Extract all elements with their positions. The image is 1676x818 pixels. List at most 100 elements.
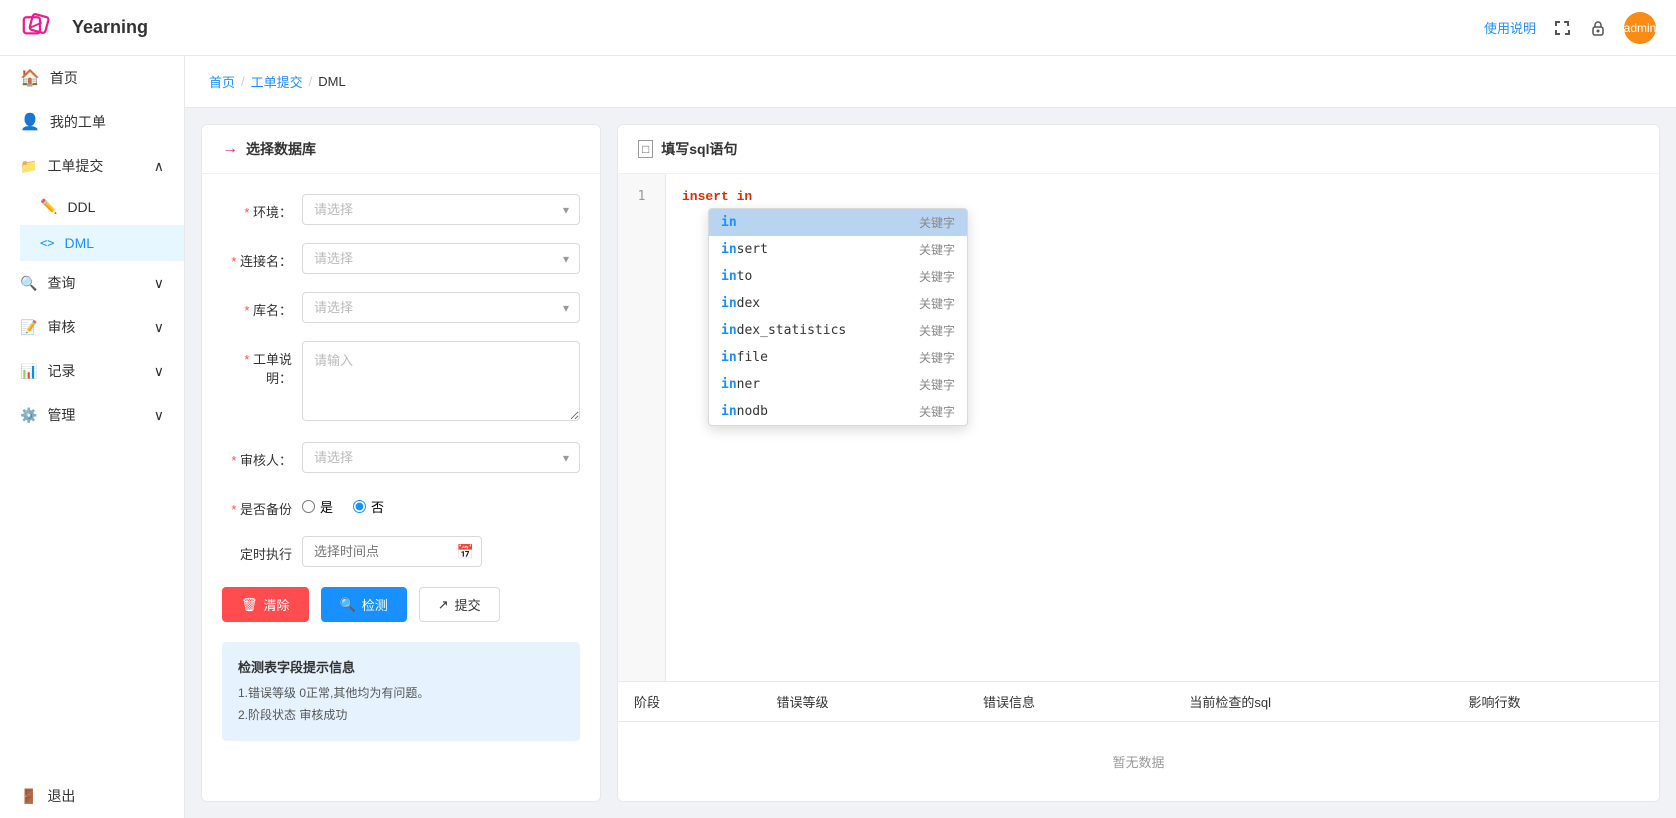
reviewer-select-wrapper: 请选择 <box>302 442 580 473</box>
autocomplete-item-6[interactable]: inner 关键字 <box>709 371 967 398</box>
backup-yes-text: 是 <box>320 497 333 516</box>
records-icon: 📊 <box>20 363 37 380</box>
main-layout: 🏠 首页 👤 我的工单 📁 工单提交 ∧ ✏️ DDL <box>0 56 1676 818</box>
clear-icon: 🗑 <box>241 597 258 613</box>
sidebar-group-management: ⚙️ 管理 ∨ <box>0 393 184 437</box>
results-empty: 暂无数据 <box>618 722 1659 802</box>
autocomplete-item-4[interactable]: index_statistics 关键字 <box>709 317 967 344</box>
sql-editor-area: □ 填写sql语句 1 insert in in 关键字 <box>618 125 1659 681</box>
env-select[interactable]: 请选择 <box>302 194 580 225</box>
breadcrumb-sep-1: / <box>241 74 245 89</box>
chevron-up-icon: ∧ <box>154 158 164 175</box>
autocomplete-item-3[interactable]: index 关键字 <box>709 290 967 317</box>
autocomplete-text-4: index_statistics <box>721 323 846 338</box>
dml-icon: <> <box>40 236 54 250</box>
chevron-down-icon-audit: ∨ <box>154 319 164 336</box>
connection-select[interactable]: 请选择 <box>302 243 580 274</box>
info-box-line-1: 1.错误等级 0正常,其他均为有问题。 <box>238 683 564 705</box>
sidebar-group-management-header[interactable]: ⚙️ 管理 ∨ <box>0 393 184 437</box>
line-numbers: 1 <box>618 174 666 681</box>
sidebar-group-audit-header[interactable]: 📝 审核 ∨ <box>0 305 184 349</box>
sidebar-item-dml-label: DML <box>64 235 94 251</box>
lock-icon[interactable] <box>1588 18 1608 38</box>
line-number-1: 1 <box>630 186 654 208</box>
chevron-down-icon-management: ∨ <box>154 407 164 424</box>
reviewer-select[interactable]: 请选择 <box>302 442 580 473</box>
help-link[interactable]: 使用说明 <box>1484 18 1536 37</box>
left-panel-header: → 选择数据库 <box>202 125 600 174</box>
autocomplete-type-1: 关键字 <box>919 241 955 258</box>
autocomplete-item-5[interactable]: infile 关键字 <box>709 344 967 371</box>
breadcrumb-home[interactable]: 首页 <box>209 72 235 91</box>
results-table: 阶段 错误等级 错误信息 当前检查的sql 影响行数 暂无数据 <box>618 682 1659 801</box>
chevron-down-icon-query: ∨ <box>154 275 164 292</box>
sidebar-group-order-submit: 📁 工单提交 ∧ ✏️ DDL <> DML <box>0 144 184 261</box>
audit-icon: 📝 <box>20 319 37 336</box>
breadcrumb-order-submit[interactable]: 工单提交 <box>251 72 303 91</box>
sidebar-group-query-header[interactable]: 🔍 查询 ∨ <box>0 261 184 305</box>
col-current-sql: 当前检查的sql <box>1173 682 1452 722</box>
sidebar-item-ddl[interactable]: ✏️ DDL <box>20 188 184 225</box>
database-select-wrapper: 请选择 <box>302 292 580 323</box>
arrow-icon: → <box>222 140 238 158</box>
sidebar-item-home[interactable]: 🏠 首页 <box>0 56 184 100</box>
autocomplete-item-7[interactable]: innodb 关键字 <box>709 398 967 425</box>
description-textarea[interactable] <box>302 341 580 421</box>
database-label: 库名： <box>222 292 292 319</box>
autocomplete-type-6: 关键字 <box>919 376 955 393</box>
schedule-row: 定时执行 📅 <box>222 536 580 567</box>
autocomplete-type-5: 关键字 <box>919 349 955 366</box>
backup-label: 是否备份 <box>222 491 292 518</box>
sidebar-group-records-header[interactable]: 📊 记录 ∨ <box>0 349 184 393</box>
info-box-title: 检测表字段提示信息 <box>238 656 564 679</box>
backup-control: 是 否 <box>302 491 580 516</box>
right-panel: □ 填写sql语句 1 insert in in 关键字 <box>617 124 1660 802</box>
env-row: 环境： 请选择 <box>222 194 580 225</box>
autocomplete-text-7: innodb <box>721 404 768 419</box>
sidebar-item-my-orders[interactable]: 👤 我的工单 <box>0 100 184 144</box>
detect-label: 检测 <box>362 595 388 614</box>
datetime-wrapper: 📅 <box>302 536 482 567</box>
editor-header-title: 填写sql语句 <box>661 139 737 159</box>
sidebar-item-logout[interactable]: 🚪 退出 <box>0 774 184 818</box>
autocomplete-text-6: inner <box>721 377 760 392</box>
sidebar-group-order-submit-header[interactable]: 📁 工单提交 ∧ <box>0 144 184 188</box>
backup-no-label[interactable]: 否 <box>353 497 384 516</box>
col-error-info: 错误信息 <box>967 682 1173 722</box>
sidebar-group-audit-label: 审核 <box>47 317 75 337</box>
submit-icon: ↗ <box>438 597 449 613</box>
autocomplete-text-1: insert <box>721 242 768 257</box>
autocomplete-type-7: 关键字 <box>919 403 955 420</box>
sidebar-group-order-submit-label: 工单提交 <box>47 156 103 176</box>
submit-button[interactable]: ↗ 提交 <box>419 587 500 622</box>
header-right: 使用说明 admin <box>1484 12 1656 44</box>
main-content: 首页 / 工单提交 / DML → 选择数据库 环境： <box>185 56 1676 818</box>
autocomplete-item-1[interactable]: insert 关键字 <box>709 236 967 263</box>
database-select[interactable]: 请选择 <box>302 292 580 323</box>
autocomplete-type-4: 关键字 <box>919 322 955 339</box>
breadcrumb-sep-2: / <box>309 74 313 89</box>
datetime-input[interactable] <box>302 536 482 567</box>
sidebar-group-query: 🔍 查询 ∨ <box>0 261 184 305</box>
clear-button[interactable]: 🗑 清除 <box>222 587 309 622</box>
results-section: 阶段 错误等级 错误信息 当前检查的sql 影响行数 暂无数据 <box>618 681 1659 801</box>
autocomplete-type-0: 关键字 <box>919 214 955 231</box>
user-avatar[interactable]: admin <box>1624 12 1656 44</box>
sidebar: 🏠 首页 👤 我的工单 📁 工单提交 ∧ ✏️ DDL <box>0 56 185 818</box>
home-icon: 🏠 <box>20 68 40 88</box>
detect-button[interactable]: 🔍 检测 <box>321 587 407 622</box>
clear-label: 清除 <box>264 595 290 614</box>
backup-no-radio[interactable] <box>353 500 366 513</box>
sidebar-group-order-submit-left: 📁 工单提交 <box>20 156 103 176</box>
sidebar-item-my-orders-label: 我的工单 <box>50 112 106 132</box>
backup-yes-radio[interactable] <box>302 500 315 513</box>
breadcrumb-current: DML <box>318 74 345 89</box>
sidebar-item-dml[interactable]: <> DML <box>20 225 184 261</box>
autocomplete-item-0[interactable]: in 关键字 <box>709 209 967 236</box>
autocomplete-item-2[interactable]: into 关键字 <box>709 263 967 290</box>
backup-yes-label[interactable]: 是 <box>302 497 333 516</box>
sidebar-group-records-label: 记录 <box>47 361 75 381</box>
folder-icon: 📁 <box>20 158 37 175</box>
submit-label: 提交 <box>455 595 481 614</box>
fullscreen-icon[interactable] <box>1552 18 1572 38</box>
